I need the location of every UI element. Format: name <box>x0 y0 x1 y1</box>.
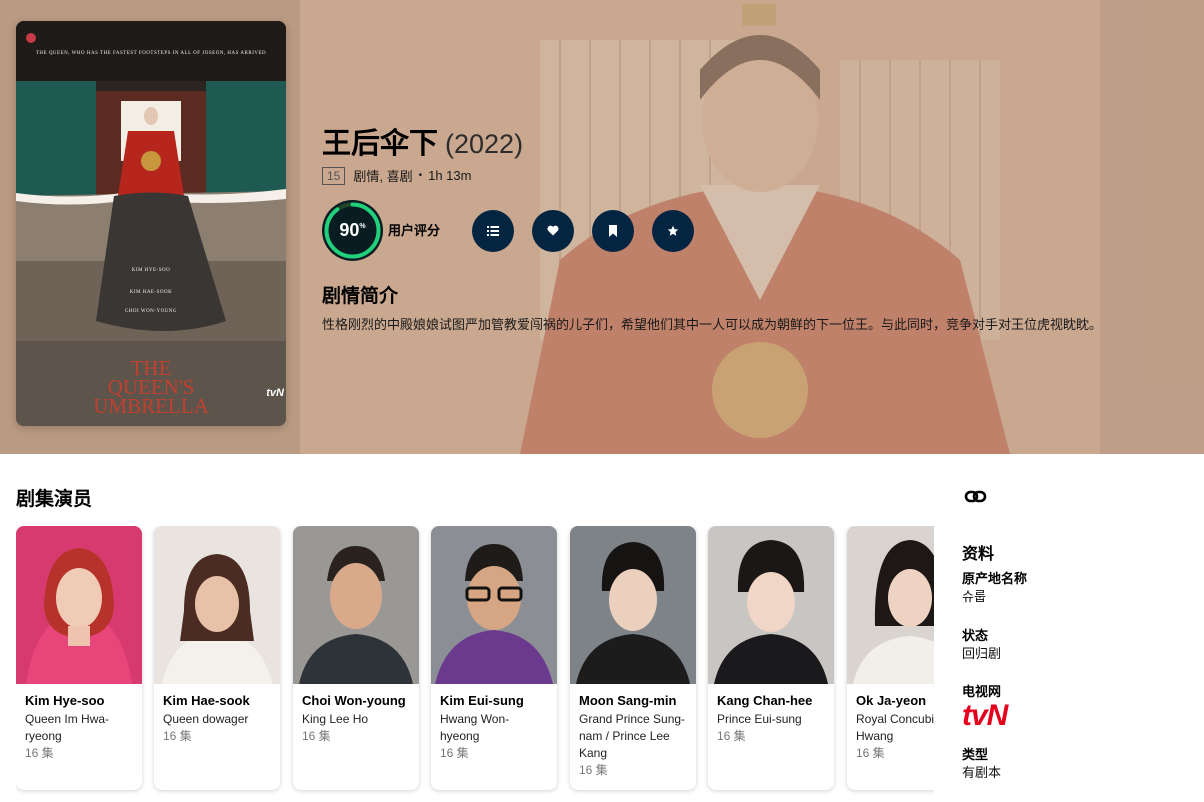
cast-episodes: 16 集 <box>25 746 54 760</box>
facts-heading: 资料 <box>962 546 995 563</box>
cast-name[interactable]: Kim Hye-soo <box>25 693 133 709</box>
show-year: (2022) <box>445 129 524 159</box>
cast-photo[interactable] <box>570 526 696 684</box>
cast-name[interactable]: Kang Chan-hee <box>717 693 825 709</box>
cast-role: Hwang Won-hyeong <box>440 712 510 743</box>
cast-card[interactable]: Ok Ja-yeon Royal Concubine Hwang 16 集 <box>847 526 934 790</box>
fact-status: 状态 回归剧 <box>962 627 1001 663</box>
runtime: 1h 13m <box>428 168 472 183</box>
certification-badge: 15 <box>322 166 346 185</box>
score-percent: % <box>359 223 366 230</box>
title-row: 王后伞下 (2022) <box>322 120 1202 162</box>
fact-original-name: 原产地名称 슈룹 <box>962 570 1027 606</box>
user-score-chart[interactable]: 90% <box>322 200 383 261</box>
cast-episodes: 16 集 <box>579 763 608 777</box>
fact-value: 回归剧 <box>962 646 1002 661</box>
cast-card[interactable]: Kang Chan-hee Prince Eui-sung 16 集 <box>708 526 834 790</box>
user-score-label: 用户评分 <box>388 222 441 238</box>
cast-photo[interactable] <box>293 526 419 684</box>
cast-episodes: 16 集 <box>717 729 746 743</box>
poster-cast-line: KIM HYE-SOO <box>131 268 171 273</box>
overview-text: 性格刚烈的中殿娘娘试图严加管教爱闯祸的儿子们，希望他们其中一人可以成为朝鲜的下一… <box>322 317 1103 332</box>
fact-label: 原产地名称 <box>962 571 1028 586</box>
favorite-button[interactable] <box>532 209 574 252</box>
cast-name[interactable]: Ok Ja-yeon <box>856 693 934 709</box>
poster-cast-line: KIM HAE-SOOK <box>129 290 173 295</box>
fact-separator: • <box>418 170 423 181</box>
fact-value: 有剧本 <box>962 765 1002 780</box>
star-icon <box>667 225 679 236</box>
score-number: 90 <box>339 220 360 240</box>
cast-photo[interactable] <box>431 526 557 684</box>
poster-badge <box>26 33 36 43</box>
poster-title-line: UMBRELLA <box>93 394 209 418</box>
cast-role: Queen dowager <box>163 712 249 726</box>
cast-name[interactable]: Choi Won-young <box>302 693 410 709</box>
cast-name[interactable]: Kim Hae-sook <box>163 693 271 709</box>
cast-card[interactable]: Kim Hye-soo Queen Im Hwa-ryeong 16 集 <box>16 526 142 790</box>
show-title[interactable]: 王后伞下 <box>322 120 438 162</box>
show-info: 王后伞下 (2022) 15 剧情, 喜剧 • 1h 13m <box>322 120 1202 185</box>
heart-icon <box>547 225 559 236</box>
cast-role: Queen Im Hwa-ryeong <box>25 712 110 743</box>
fact-type: 类型 有剧本 <box>962 746 1001 782</box>
fact-label: 类型 <box>962 747 989 762</box>
cast-role: Prince Eui-sung <box>717 712 802 726</box>
show-facts: 15 剧情, 喜剧 • 1h 13m <box>322 166 1202 185</box>
poster-title: THE QUEEN'S UMBRELLA <box>16 358 286 418</box>
cast-photo[interactable] <box>847 526 934 684</box>
cast-role: Grand Prince Sung-nam / Prince Lee Kang <box>579 712 686 760</box>
poster-tagline: THE QUEEN, WHO HAS THE FASTEST FOOTSTEPS… <box>35 51 267 56</box>
cast-card[interactable]: Choi Won-young King Lee Ho 16 集 <box>293 526 419 790</box>
genres[interactable]: 剧情, 喜剧 <box>353 166 412 185</box>
list-icon <box>487 225 499 236</box>
cast-role: Royal Concubine Hwang <box>856 712 934 743</box>
fact-network: 电视网 tvN <box>962 683 1008 731</box>
cast-card[interactable]: Moon Sang-min Grand Prince Sung-nam / Pr… <box>570 526 696 790</box>
cast-episodes: 16 集 <box>163 729 192 743</box>
cast-card[interactable]: Kim Hae-sook Queen dowager 16 集 <box>154 526 280 790</box>
actions-bar: 90% 用户评分 <box>322 200 694 261</box>
fact-value: 슈룹 <box>962 589 986 604</box>
cast-role: King Lee Ho <box>302 712 369 726</box>
cast-photo[interactable] <box>16 526 142 684</box>
cast-photo[interactable] <box>708 526 834 684</box>
bookmark-icon <box>609 224 617 237</box>
cast-name[interactable]: Kim Eui-sung <box>440 693 548 709</box>
poster-network-logo: tvN <box>266 387 284 399</box>
watchlist-button[interactable] <box>592 209 634 252</box>
cast-heading: 剧集演员 <box>16 489 93 510</box>
poster-cast-line: CHOI WON-YOUNG <box>124 309 178 314</box>
user-score-value: 90% <box>322 200 383 261</box>
cast-episodes: 16 集 <box>856 746 885 760</box>
cast-episodes: 16 集 <box>440 746 469 760</box>
network-logo[interactable]: tvN <box>962 701 1008 731</box>
cast-scroller[interactable]: Kim Hye-soo Queen Im Hwa-ryeong 16 集 Kim… <box>16 526 934 796</box>
add-to-list-button[interactable] <box>472 209 514 252</box>
poster-image[interactable]: THE QUEEN, WHO HAS THE FASTEST FOOTSTEPS… <box>16 21 286 426</box>
cast-episodes: 16 集 <box>302 729 331 743</box>
cast-card[interactable]: Kim Eui-sung Hwang Won-hyeong 16 集 <box>431 526 557 790</box>
cast-name[interactable]: Moon Sang-min <box>579 693 687 709</box>
cast-photo[interactable] <box>154 526 280 684</box>
rate-button[interactable] <box>652 209 694 252</box>
hero-banner: THE QUEEN, WHO HAS THE FASTEST FOOTSTEPS… <box>0 0 1204 454</box>
link-icon[interactable] <box>964 486 988 508</box>
fact-label: 状态 <box>962 628 989 643</box>
overview-heading: 剧情简介 <box>322 286 399 307</box>
